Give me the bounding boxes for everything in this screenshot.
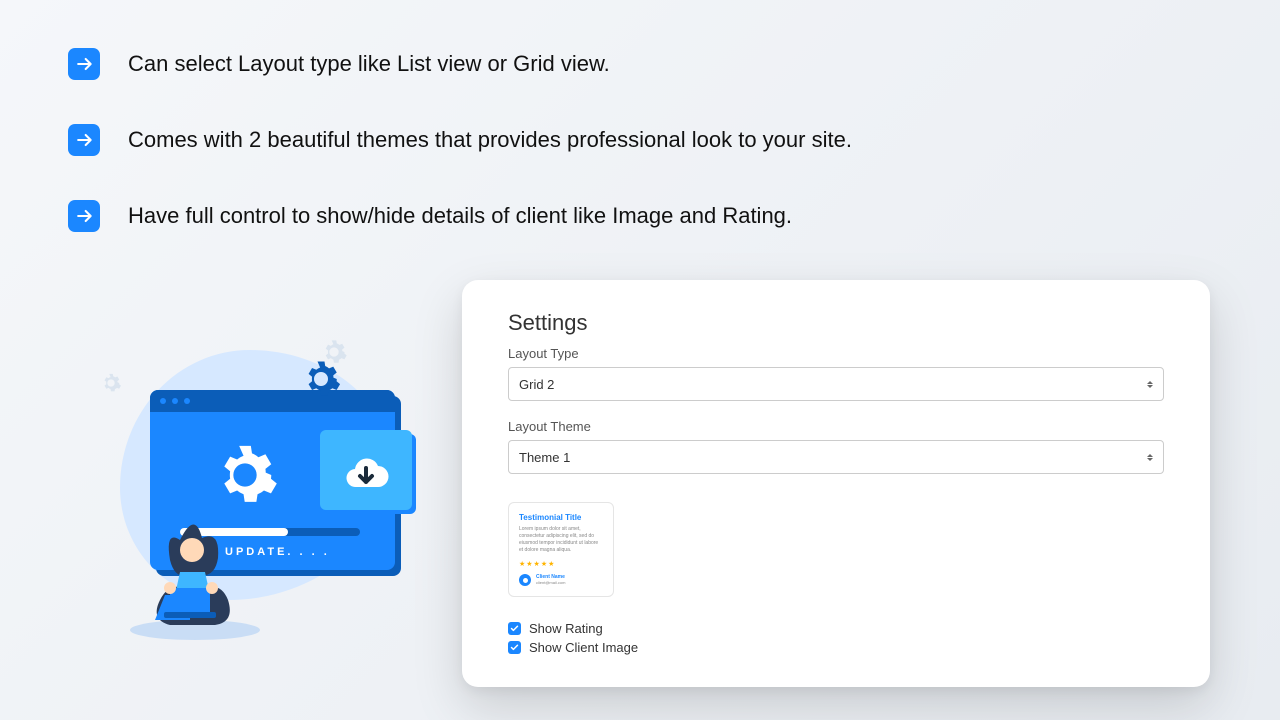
- avatar-icon: [519, 574, 531, 586]
- select-caret-icon: [1147, 454, 1153, 461]
- arrow-right-icon: [68, 200, 100, 232]
- person-laptop-icon: [120, 480, 270, 640]
- gear-icon: [100, 372, 122, 394]
- layout-theme-label: Layout Theme: [508, 419, 1164, 434]
- preview-body: Lorem ipsum dolor sit amet, consectetur …: [519, 526, 603, 554]
- star-rating-icon: ★★★★★: [519, 560, 603, 568]
- feature-text: Can select Layout type like List view or…: [128, 51, 610, 77]
- layout-theme-select[interactable]: Theme 1: [508, 440, 1164, 474]
- feature-item: Can select Layout type like List view or…: [68, 48, 1220, 80]
- arrow-right-icon: [68, 48, 100, 80]
- download-card: [320, 430, 412, 510]
- show-rating-label: Show Rating: [529, 621, 603, 636]
- feature-text: Comes with 2 beautiful themes that provi…: [128, 127, 852, 153]
- settings-panel: Settings Layout Type Grid 2 Layout Theme…: [462, 280, 1210, 687]
- checkbox-checked-icon: [508, 622, 521, 635]
- checkbox-checked-icon: [508, 641, 521, 654]
- layout-theme-value: Theme 1: [519, 450, 570, 465]
- preview-title: Testimonial Title: [519, 513, 603, 522]
- preview-client: Client Name client@mail.com: [519, 574, 603, 586]
- feature-item: Have full control to show/hide details o…: [68, 200, 1220, 232]
- feature-item: Comes with 2 beautiful themes that provi…: [68, 124, 1220, 156]
- browser-bar: [150, 390, 395, 412]
- checkbox-group: Show Rating Show Client Image: [508, 621, 1164, 655]
- preview-client-email: client@mail.com: [536, 580, 565, 585]
- layout-type-label: Layout Type: [508, 346, 1164, 361]
- feature-list: Can select Layout type like List view or…: [68, 48, 1220, 276]
- select-caret-icon: [1147, 381, 1153, 388]
- show-client-image-label: Show Client Image: [529, 640, 638, 655]
- show-rating-checkbox[interactable]: Show Rating: [508, 621, 1164, 636]
- update-illustration: UPDATE. . . .: [60, 320, 420, 640]
- settings-title: Settings: [508, 310, 1164, 336]
- show-client-image-checkbox[interactable]: Show Client Image: [508, 640, 1164, 655]
- feature-text: Have full control to show/hide details o…: [128, 203, 792, 229]
- layout-type-value: Grid 2: [519, 377, 554, 392]
- arrow-right-icon: [68, 124, 100, 156]
- cloud-download-icon: [342, 446, 390, 494]
- theme-preview-card: Testimonial Title Lorem ipsum dolor sit …: [508, 502, 614, 597]
- layout-type-select[interactable]: Grid 2: [508, 367, 1164, 401]
- gear-icon: [300, 358, 342, 400]
